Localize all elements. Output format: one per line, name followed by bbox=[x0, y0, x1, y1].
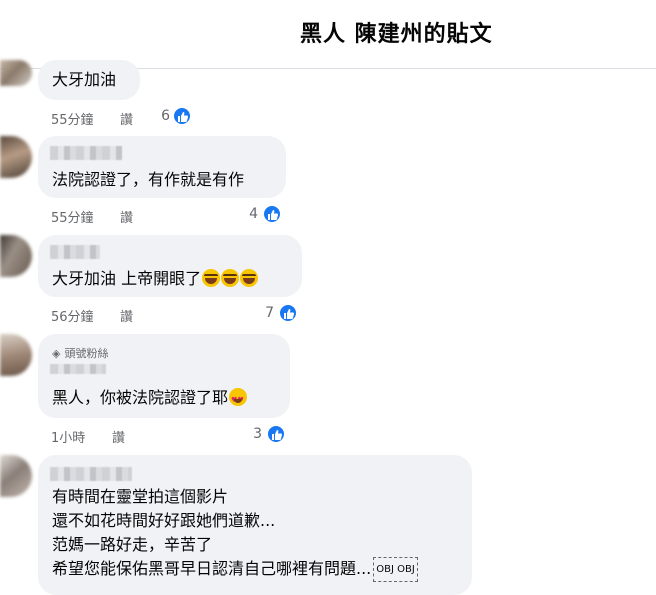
comment-text: 黑人，你被法院認證了耶 bbox=[52, 386, 248, 412]
commenter-name[interactable] bbox=[50, 245, 100, 259]
like-button[interactable]: 讚 bbox=[120, 306, 133, 325]
comment-bubble: 有時間在靈堂拍這個影片 還不如花時間好好跟她們道歉... 范媽一路好走，辛苦了 … bbox=[38, 455, 472, 595]
commenter-name[interactable] bbox=[50, 364, 106, 374]
comment-text-content: 希望您能保佑黑哥早日認清自己哪裡有問題... bbox=[52, 559, 372, 578]
avatar[interactable] bbox=[0, 334, 32, 376]
thumbs-up-icon[interactable] bbox=[262, 204, 282, 224]
thumbs-up-icon[interactable] bbox=[266, 424, 286, 444]
thumbs-up-icon[interactable] bbox=[278, 303, 298, 323]
comment-line: 希望您能保佑黑哥早日認清自己哪裡有問題... OBJ OBJ bbox=[52, 557, 418, 582]
comment-bubble: 大牙加油 上帝開眼了 bbox=[38, 235, 302, 297]
like-count: 7 bbox=[265, 305, 274, 321]
comment-text-content: 黑人，你被法院認證了耶 bbox=[52, 388, 229, 407]
laughing-emoji-icon bbox=[240, 269, 259, 287]
comment-text: 大牙加油 上帝開眼了 bbox=[52, 267, 259, 290]
thumbs-up-icon[interactable] bbox=[172, 106, 192, 126]
commenter-name[interactable] bbox=[50, 146, 122, 160]
like-button[interactable]: 讚 bbox=[120, 207, 133, 226]
comment-bubble: 大牙加油 bbox=[38, 60, 140, 100]
commenter-name[interactable] bbox=[50, 467, 132, 481]
comment-time[interactable]: 1小時 bbox=[51, 427, 85, 446]
comment-line: 范媽一路好走，辛苦了 bbox=[52, 535, 213, 554]
post-header: 黑人 陳建州的貼文 bbox=[0, 0, 656, 69]
laughing-emoji-icon bbox=[221, 269, 240, 287]
comment-bubble: 法院認證了，有作就是有作 bbox=[38, 136, 286, 198]
comment-line: 還不如花時間好好跟她們道歉... bbox=[52, 511, 276, 530]
avatar[interactable] bbox=[0, 235, 32, 277]
like-count: 6 bbox=[161, 108, 170, 124]
comment-text: 法院認證了，有作就是有作 bbox=[52, 170, 245, 189]
like-count: 4 bbox=[249, 206, 258, 222]
like-button[interactable]: 讚 bbox=[112, 427, 125, 446]
comment-time[interactable]: 56分鐘 bbox=[51, 306, 94, 325]
avatar[interactable] bbox=[0, 136, 32, 178]
comment-line: 有時間在靈堂拍這個影片 bbox=[52, 487, 229, 506]
laughing-emoji-icon bbox=[202, 269, 221, 287]
ok-sticker-icon: OBJ OBJ bbox=[373, 557, 418, 582]
like-button[interactable]: 讚 bbox=[120, 109, 133, 128]
badge-label: 頭號粉絲 bbox=[64, 347, 109, 360]
heart-eyes-emoji-icon bbox=[229, 388, 248, 412]
page-title: 黑人 陳建州的貼文 bbox=[300, 22, 493, 47]
comment-text-content: 大牙加油 上帝開眼了 bbox=[52, 269, 202, 288]
top-fan-badge: ◈ 頭號粉絲 bbox=[52, 345, 108, 361]
avatar[interactable] bbox=[0, 455, 32, 497]
like-count: 3 bbox=[253, 426, 262, 442]
avatar[interactable] bbox=[0, 60, 32, 86]
comment-text: 大牙加油 bbox=[52, 70, 117, 89]
diamond-icon: ◈ bbox=[52, 347, 61, 360]
comment-bubble: ◈ 頭號粉絲 黑人，你被法院認證了耶 bbox=[38, 334, 290, 418]
comment-time[interactable]: 55分鐘 bbox=[51, 207, 94, 226]
comment-time[interactable]: 55分鐘 bbox=[51, 109, 94, 128]
